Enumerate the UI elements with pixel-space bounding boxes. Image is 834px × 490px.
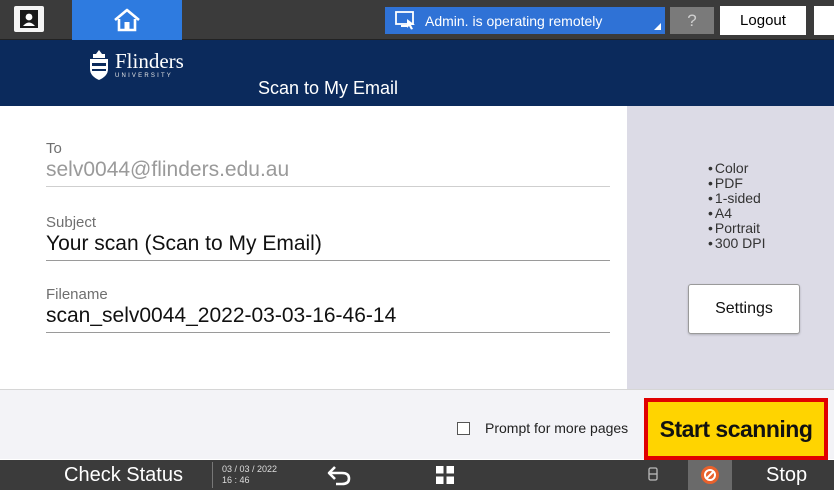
- setting-paper-size: A4: [708, 206, 766, 221]
- settings-summary: Color PDF 1-sided A4 Portrait 300 DPI: [708, 161, 766, 251]
- date-time-display: 03 / 03 / 2022 16 : 46: [222, 464, 277, 486]
- filename-input[interactable]: scan_selv0044_2022-03-03-16-46-14: [46, 303, 610, 333]
- logout-button[interactable]: Logout: [720, 6, 806, 35]
- stop-button[interactable]: Stop: [766, 464, 807, 487]
- subject-input[interactable]: Your scan (Scan to My Email): [46, 231, 610, 261]
- remote-monitor-icon: [395, 11, 415, 30]
- system-footer-bar: Check Status 03 / 03 / 2022 16 : 46 Stop: [0, 460, 834, 490]
- to-value: selv0044@flinders.edu.au: [46, 157, 610, 187]
- check-status-button[interactable]: Check Status: [64, 464, 183, 487]
- cropped-top-button[interactable]: [814, 6, 834, 35]
- settings-button[interactable]: Settings: [688, 284, 800, 334]
- scan-form: To selv0044@flinders.edu.au Subject Your…: [0, 106, 627, 389]
- data-storage-icon: [648, 467, 658, 481]
- university-crest-icon: [90, 50, 108, 80]
- prompt-more-pages-label: Prompt for more pages: [485, 420, 629, 436]
- apps-grid-icon: [436, 466, 454, 484]
- subject-label: Subject: [46, 214, 97, 231]
- footer-divider: [212, 462, 213, 488]
- back-arrow-icon: [327, 466, 351, 486]
- setting-color-mode: Color: [708, 161, 766, 176]
- user-icon: [20, 10, 38, 28]
- back-button[interactable]: [326, 464, 352, 490]
- app-header: Flinders UNIVERSITY Scan to My Email: [0, 40, 834, 106]
- data-indicator: [648, 467, 658, 486]
- home-button[interactable]: [72, 0, 182, 40]
- help-button[interactable]: ?: [670, 7, 714, 34]
- date-text: 03 / 03 / 2022: [222, 464, 278, 474]
- stop-icon: [701, 466, 719, 484]
- logo-name: Flinders: [115, 49, 184, 73]
- start-scanning-button[interactable]: Start scanning: [644, 398, 828, 460]
- home-icon: [114, 8, 140, 32]
- expand-corner-icon: [654, 23, 661, 30]
- prompt-more-pages-option[interactable]: Prompt for more pages: [457, 420, 628, 436]
- setting-sides: 1-sided: [708, 191, 766, 206]
- setting-file-format: PDF: [708, 176, 766, 191]
- user-button[interactable]: [14, 6, 44, 32]
- prompt-more-pages-checkbox[interactable]: [457, 421, 470, 435]
- stop-key-button[interactable]: [688, 460, 732, 490]
- time-text: 16 : 46: [222, 475, 250, 485]
- scan-settings-panel: Color PDF 1-sided A4 Portrait 300 DPI: [627, 106, 834, 389]
- to-label: To: [46, 140, 62, 157]
- setting-resolution: 300 DPI: [708, 236, 766, 251]
- subject-field[interactable]: Subject Your scan (Scan to My Email): [46, 214, 610, 261]
- top-status-bar: Admin. is operating remotely ? Logout: [0, 0, 834, 40]
- filename-label: Filename: [46, 286, 108, 303]
- page-title: Scan to My Email: [258, 78, 399, 98]
- remote-status-text: Admin. is operating remotely: [425, 12, 603, 29]
- setting-orientation: Portrait: [708, 221, 766, 236]
- logo-subtitle: UNIVERSITY: [115, 73, 174, 79]
- filename-field[interactable]: Filename scan_selv0044_2022-03-03-16-46-…: [46, 286, 610, 333]
- flinders-logo: Flinders UNIVERSITY: [88, 50, 184, 80]
- app-menu-button[interactable]: [436, 466, 454, 489]
- remote-operation-status[interactable]: Admin. is operating remotely: [385, 7, 665, 34]
- to-field: To selv0044@flinders.edu.au: [46, 140, 610, 187]
